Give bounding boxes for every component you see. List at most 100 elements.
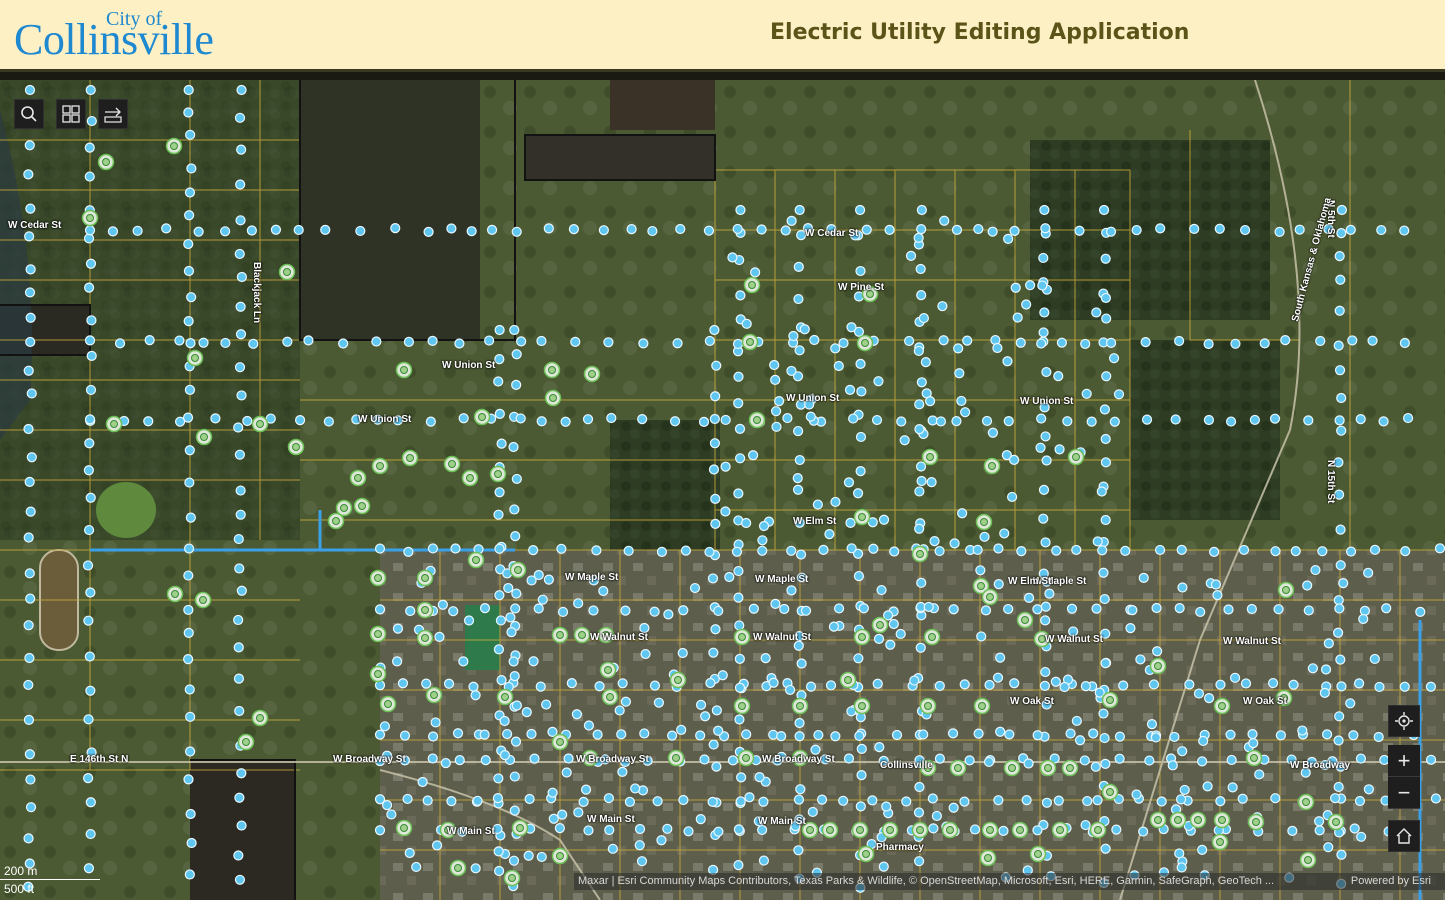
utility-pole[interactable] — [770, 374, 781, 386]
utility-pole[interactable] — [1434, 543, 1445, 554]
transformer[interactable] — [416, 569, 434, 587]
transformer[interactable] — [941, 821, 959, 839]
transformer[interactable] — [919, 697, 937, 715]
utility-pole[interactable] — [920, 357, 931, 368]
transformer[interactable] — [667, 749, 685, 767]
utility-pole[interactable] — [1212, 590, 1223, 601]
utility-pole[interactable] — [934, 545, 945, 557]
utility-pole[interactable] — [830, 731, 841, 742]
transformer[interactable] — [369, 569, 387, 587]
transformer[interactable] — [105, 415, 123, 433]
utility-pole[interactable] — [1114, 753, 1125, 764]
utility-pole[interactable] — [732, 223, 743, 235]
utility-pole[interactable] — [1246, 603, 1257, 615]
transformer[interactable] — [1247, 813, 1265, 831]
transformer[interactable] — [949, 759, 967, 777]
utility-pole[interactable] — [494, 487, 505, 498]
utility-pole[interactable] — [1336, 204, 1347, 216]
utility-pole[interactable] — [392, 623, 404, 634]
utility-pole[interactable] — [220, 226, 231, 237]
utility-pole[interactable] — [1039, 204, 1050, 216]
utility-pole[interactable] — [874, 741, 885, 753]
transformer[interactable] — [1213, 811, 1231, 829]
basemap-gallery-button[interactable] — [56, 99, 86, 129]
utility-pole[interactable] — [1399, 225, 1410, 236]
utility-pole[interactable] — [677, 647, 688, 659]
utility-pole[interactable] — [1356, 831, 1367, 842]
utility-pole[interactable] — [1227, 782, 1238, 793]
utility-pole[interactable] — [427, 335, 438, 347]
utility-pole[interactable] — [1336, 849, 1347, 860]
utility-pole[interactable] — [853, 570, 865, 582]
utility-pole[interactable] — [508, 441, 519, 453]
transformer[interactable] — [278, 263, 296, 281]
utility-pole[interactable] — [1131, 224, 1142, 236]
utility-pole[interactable] — [853, 653, 864, 664]
utility-pole[interactable] — [709, 324, 720, 336]
utility-pole[interactable] — [516, 336, 527, 347]
utility-pole[interactable] — [1210, 579, 1222, 590]
utility-pole[interactable] — [735, 290, 746, 301]
transformer[interactable] — [425, 686, 443, 704]
utility-pole[interactable] — [1223, 604, 1234, 615]
utility-pole[interactable] — [987, 427, 999, 438]
utility-pole[interactable] — [1320, 664, 1332, 675]
transformer[interactable] — [1039, 759, 1057, 777]
utility-pole[interactable] — [82, 560, 94, 571]
utility-pole[interactable] — [1335, 654, 1346, 665]
utility-pole[interactable] — [493, 376, 504, 387]
utility-pole[interactable] — [1141, 414, 1153, 425]
utility-pole[interactable] — [1229, 672, 1241, 683]
utility-pole[interactable] — [800, 605, 812, 616]
utility-pole[interactable] — [929, 535, 940, 547]
transformer[interactable] — [1003, 759, 1021, 777]
utility-pole[interactable] — [374, 604, 386, 615]
utility-pole[interactable] — [881, 801, 892, 812]
utility-pole[interactable] — [431, 840, 443, 851]
utility-pole[interactable] — [959, 679, 970, 690]
utility-pole[interactable] — [1303, 415, 1314, 426]
utility-pole[interactable] — [23, 714, 35, 725]
utility-pole[interactable] — [741, 517, 752, 529]
utility-pole[interactable] — [626, 224, 637, 235]
utility-pole[interactable] — [855, 431, 867, 443]
utility-pole[interactable] — [954, 368, 965, 379]
utility-pole[interactable] — [852, 488, 864, 499]
utility-pole[interactable] — [1314, 816, 1325, 827]
utility-pole[interactable] — [84, 438, 95, 449]
utility-pole[interactable] — [1254, 769, 1265, 780]
utility-pole[interactable] — [85, 587, 96, 598]
transformer[interactable] — [853, 508, 871, 526]
utility-pole[interactable] — [663, 609, 674, 620]
utility-pole[interactable] — [710, 493, 721, 504]
utility-pole[interactable] — [638, 338, 649, 349]
utility-pole[interactable] — [85, 258, 97, 269]
zoom-in-button[interactable]: + — [1388, 745, 1420, 777]
utility-pole[interactable] — [948, 802, 959, 813]
utility-pole[interactable] — [528, 545, 539, 556]
transformer[interactable] — [401, 449, 419, 467]
utility-pole[interactable] — [1040, 537, 1051, 548]
utility-pole[interactable] — [807, 806, 818, 818]
utility-pole[interactable] — [508, 656, 519, 667]
utility-pole[interactable] — [494, 408, 505, 420]
utility-pole[interactable] — [1177, 746, 1188, 757]
utility-pole[interactable] — [185, 512, 196, 523]
transformer[interactable] — [923, 628, 941, 646]
utility-pole[interactable] — [904, 335, 915, 347]
utility-pole[interactable] — [320, 224, 331, 235]
utility-pole[interactable] — [1094, 687, 1105, 698]
utility-pole[interactable] — [899, 435, 910, 446]
utility-pole[interactable] — [607, 843, 618, 854]
utility-pole[interactable] — [84, 414, 96, 425]
utility-pole[interactable] — [708, 739, 719, 750]
utility-pole[interactable] — [511, 700, 522, 711]
utility-pole[interactable] — [1400, 546, 1411, 557]
utility-pole[interactable] — [84, 335, 96, 346]
utility-pole[interactable] — [174, 335, 185, 346]
utility-pole[interactable] — [1167, 760, 1178, 771]
transformer[interactable] — [165, 137, 183, 155]
utility-pole[interactable] — [1170, 414, 1181, 425]
utility-pole[interactable] — [450, 543, 461, 554]
utility-pole[interactable] — [1197, 756, 1208, 767]
